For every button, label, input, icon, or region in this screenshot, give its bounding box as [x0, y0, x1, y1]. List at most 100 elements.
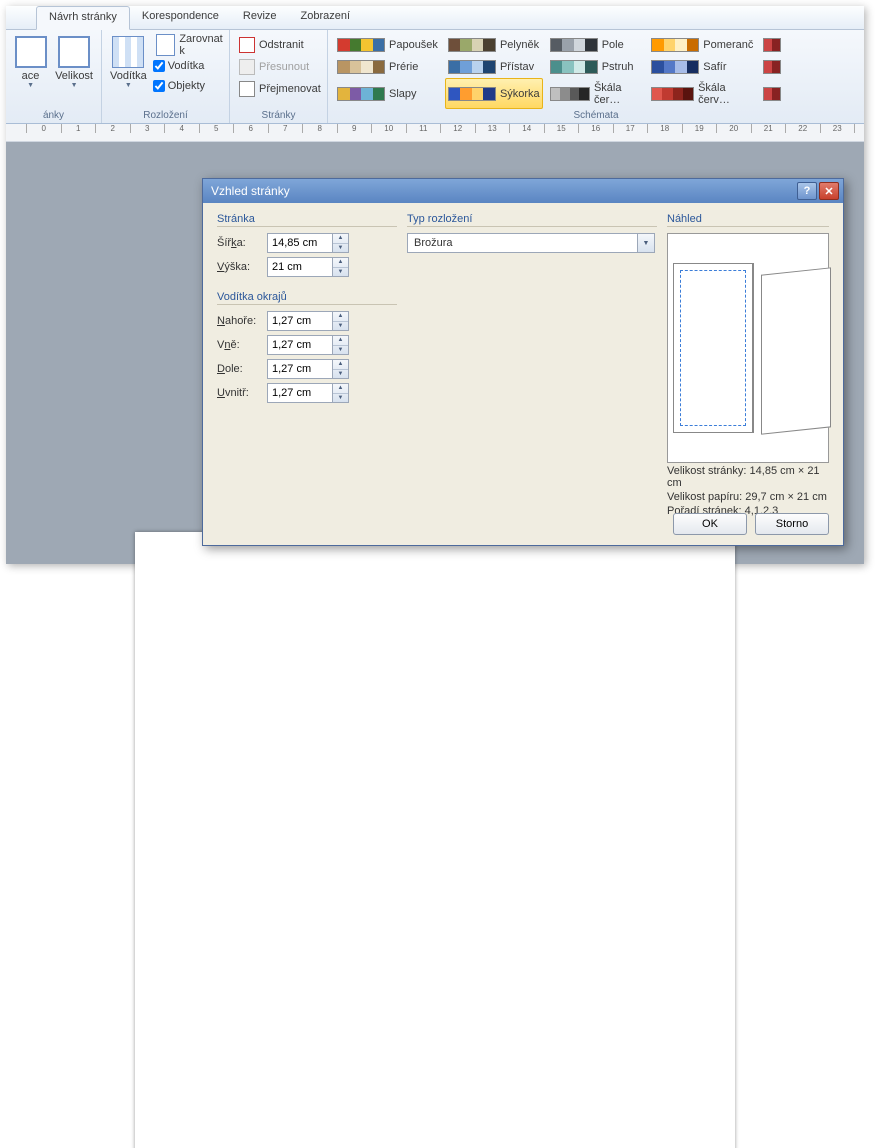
scheme-item[interactable]: Pole — [547, 34, 645, 55]
bottom-input[interactable] — [268, 363, 332, 375]
inside-input[interactable] — [268, 387, 332, 399]
swatch-icon — [550, 87, 590, 101]
scheme-item[interactable]: Safír — [648, 56, 756, 77]
guides-checkbox[interactable]: Vodítka — [153, 56, 228, 76]
move-page-button: Přesunout — [236, 56, 324, 78]
scheme-label: Sýkorka — [500, 88, 540, 100]
swatch-icon — [550, 60, 598, 74]
orientation-button[interactable]: ace ▼ — [12, 32, 49, 91]
scheme-item[interactable]: Slapy — [334, 78, 441, 109]
move-icon — [239, 59, 255, 75]
scheme-item[interactable]: Papoušek — [334, 34, 441, 55]
layout-type-value: Brožura — [408, 237, 637, 249]
swatch-icon — [448, 87, 496, 101]
chevron-down-icon: ▼ — [27, 82, 34, 89]
scheme-item[interactable]: Škála červ… — [648, 78, 756, 109]
remove-page-button[interactable]: Odstranit — [236, 34, 324, 56]
ok-button[interactable]: OK — [673, 513, 747, 535]
swatch-icon — [337, 60, 385, 74]
scheme-label: Přístav — [500, 61, 534, 73]
swatch-icon — [550, 38, 598, 52]
spin-up-icon[interactable]: ▲ — [333, 234, 348, 244]
layout-type-combo[interactable]: Brožura ▼ — [407, 233, 655, 253]
delete-icon — [239, 37, 255, 53]
spin-down-icon[interactable]: ▼ — [333, 268, 348, 277]
scheme-label: Pomeranč — [703, 39, 753, 51]
align-icon — [156, 34, 176, 56]
height-spinner[interactable]: ▲▼ — [267, 257, 349, 277]
width-label: Šířka: — [217, 237, 267, 249]
top-label: Nahoře: — [217, 315, 267, 327]
scheme-label: Slapy — [389, 88, 417, 100]
swatch-icon — [763, 38, 781, 52]
size-button[interactable]: Velikost ▼ — [53, 32, 95, 91]
inside-label: Uvnitř: — [217, 387, 267, 399]
section-margins: Vodítka okrajů — [217, 291, 397, 305]
scheme-label: Škála čer… — [594, 82, 641, 106]
width-spinner[interactable]: ▲▼ — [267, 233, 349, 253]
section-preview: Náhled — [667, 213, 829, 227]
section-layout-type: Typ rozložení — [407, 213, 657, 227]
swatch-icon — [763, 87, 781, 101]
objects-checkbox[interactable]: Objekty — [153, 76, 228, 96]
align-to-button[interactable]: Zarovnat k — [153, 34, 228, 56]
guides-button[interactable]: Vodítka ▼ — [108, 32, 149, 91]
rename-page-button[interactable]: Přejmenovat — [236, 78, 324, 100]
outside-input[interactable] — [268, 339, 332, 351]
cancel-button[interactable]: Storno — [755, 513, 829, 535]
tab-mailings[interactable]: Korespondence — [130, 6, 231, 29]
group-label: ánky — [12, 109, 95, 123]
swatch-icon — [448, 38, 496, 52]
chevron-down-icon[interactable]: ▼ — [637, 234, 654, 252]
section-page: Stránka — [217, 213, 397, 227]
horizontal-ruler: 0123456789101112131415161718192021222324 — [6, 124, 864, 142]
scheme-label: Pstruh — [602, 61, 634, 73]
top-input[interactable] — [268, 315, 332, 327]
swatch-icon — [651, 87, 694, 101]
scheme-label: Pelyněk — [500, 39, 539, 51]
inside-spinner[interactable]: ▲▼ — [267, 383, 349, 403]
spin-up-icon[interactable]: ▲ — [333, 258, 348, 268]
spin-down-icon[interactable]: ▼ — [333, 244, 348, 253]
scheme-item[interactable]: Pelyněk — [445, 34, 543, 55]
tab-view[interactable]: Zobrazení — [289, 6, 363, 29]
info-page-size: Velikost stránky: 14,85 cm × 21 cm — [667, 465, 829, 489]
close-button[interactable]: ✕ — [819, 182, 839, 200]
scheme-item[interactable]: Pomeranč — [648, 34, 756, 55]
scheme-gallery[interactable]: Papoušek Pelyněk Pole Pomeranč Prérie Přístav… — [334, 34, 858, 109]
top-spinner[interactable]: ▲▼ — [267, 311, 349, 331]
tab-review[interactable]: Revize — [231, 6, 289, 29]
tab-page-design[interactable]: Návrh stránky — [36, 6, 130, 30]
bottom-spinner[interactable]: ▲▼ — [267, 359, 349, 379]
scheme-item[interactable] — [760, 56, 858, 77]
scheme-item[interactable]: Přístav — [445, 56, 543, 77]
swatch-icon — [337, 87, 385, 101]
group-label: Stránky — [236, 109, 321, 123]
height-input[interactable] — [268, 261, 332, 273]
ribbon: ace ▼ Velikost ▼ ánky Vodítka ▼ — [6, 30, 864, 124]
swatch-icon — [651, 38, 699, 52]
scheme-item[interactable]: Pstruh — [547, 56, 645, 77]
scheme-item[interactable]: Škála čer… — [547, 78, 645, 109]
height-label: Výška: — [217, 261, 267, 273]
scheme-label: Papoušek — [389, 39, 438, 51]
info-paper-size: Velikost papíru: 29,7 cm × 21 cm — [667, 491, 829, 503]
swatch-icon — [763, 60, 781, 74]
scheme-item[interactable]: Sýkorka — [445, 78, 543, 109]
outside-spinner[interactable]: ▲▼ — [267, 335, 349, 355]
chevron-down-icon: ▼ — [125, 82, 132, 89]
ribbon-tabs: Návrh stránky Korespondence Revize Zobra… — [6, 6, 864, 30]
width-input[interactable] — [268, 237, 332, 249]
swatch-icon — [337, 38, 385, 52]
chevron-down-icon: ▼ — [71, 82, 78, 89]
help-button[interactable]: ? — [797, 182, 817, 200]
swatch-icon — [448, 60, 496, 74]
booklet-preview-icon — [673, 263, 823, 433]
scheme-item[interactable] — [760, 34, 858, 55]
scheme-item[interactable]: Prérie — [334, 56, 441, 77]
scheme-label: Pole — [602, 39, 624, 51]
dialog-title: Vzhled stránky — [211, 184, 290, 198]
scheme-item[interactable] — [760, 78, 858, 109]
rename-icon — [239, 81, 255, 97]
page-setup-dialog: Vzhled stránky ? ✕ Stránka Šířka: ▲▼ Výš… — [202, 178, 844, 546]
